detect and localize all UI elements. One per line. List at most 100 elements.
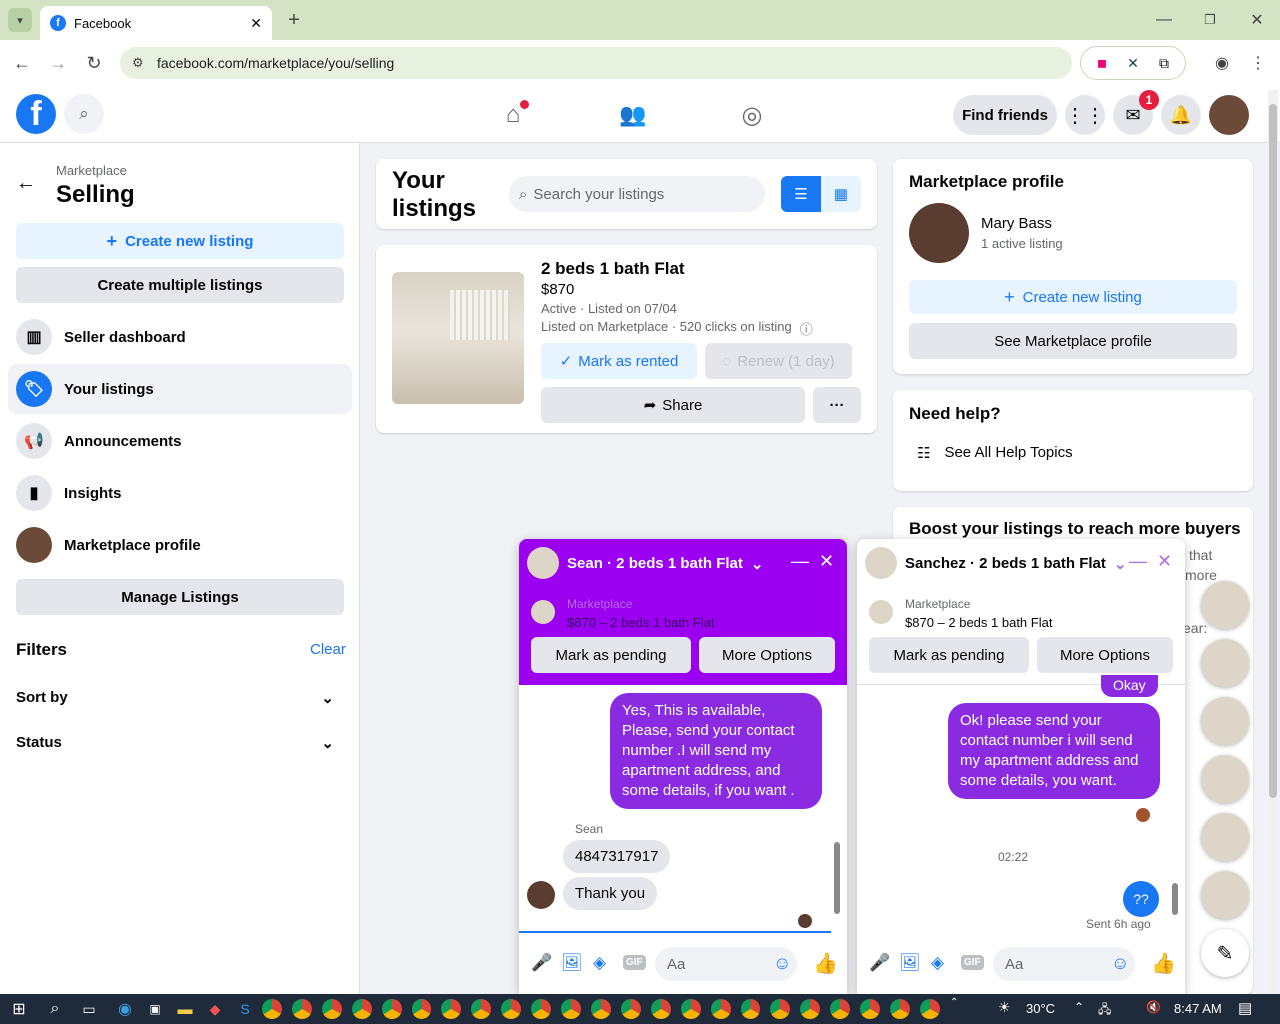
chrome-icon[interactable]	[710, 999, 731, 1019]
chrome-icon[interactable]	[830, 999, 851, 1019]
notifications-bell-icon[interactable]: 🔔	[1161, 95, 1201, 135]
microphone-icon[interactable]: 🎤	[869, 953, 890, 973]
gif-icon[interactable]: GIF	[961, 955, 984, 970]
see-marketplace-profile-button[interactable]: See Marketplace profile	[909, 323, 1237, 359]
scrollbar-thumb[interactable]	[834, 842, 840, 914]
chat-avatar[interactable]	[865, 547, 897, 579]
share-button[interactable]: ➦ Share	[541, 387, 805, 423]
create-new-listing-button[interactable]: + Create new listing	[16, 223, 344, 259]
more-options-button[interactable]: ···	[813, 387, 861, 423]
chrome-icon[interactable]	[351, 999, 372, 1019]
chrome-icon[interactable]	[620, 999, 641, 1019]
search-listings-input[interactable]: ⌕ Search your listings	[509, 176, 765, 212]
skype-icon[interactable]: S	[230, 994, 260, 1024]
extension-icon[interactable]: ◼	[1097, 56, 1107, 70]
close-window-icon[interactable]: ✕	[1245, 8, 1269, 32]
sticker-icon[interactable]: ◈	[593, 953, 606, 973]
microphone-icon[interactable]: 🎤	[531, 953, 552, 973]
sidebar-item-marketplace-profile[interactable]: Marketplace profile	[8, 520, 352, 570]
emoji-icon[interactable]: ☺	[773, 953, 791, 974]
chrome-icon[interactable]	[501, 999, 522, 1019]
close-tab-icon[interactable]: ✕	[250, 15, 262, 32]
info-icon[interactable]: ⓘ	[800, 319, 813, 338]
puzzle-extensions-icon[interactable]: ⧉	[1159, 55, 1169, 72]
listing-thumbnail[interactable]	[869, 600, 893, 624]
minimize-chat-icon[interactable]: —	[1129, 551, 1147, 572]
gif-icon[interactable]: GIF	[623, 955, 646, 970]
chrome-icon[interactable]	[800, 999, 821, 1019]
chrome-icon[interactable]	[680, 999, 701, 1019]
search-icon[interactable]: ⌕	[40, 994, 70, 1024]
chrome-icon[interactable]	[740, 999, 761, 1019]
status-dropdown[interactable]: Status ⌄	[16, 734, 344, 758]
restore-window-icon[interactable]: ❐	[1198, 8, 1222, 32]
listing-thumbnail[interactable]	[531, 600, 555, 624]
tab-list-icon[interactable]: ▾	[8, 8, 32, 32]
more-options-button[interactable]: More Options	[699, 637, 835, 673]
chat-avatar[interactable]	[527, 547, 559, 579]
network-icon[interactable]: 🖧	[1098, 1000, 1111, 1021]
page-scrollbar[interactable]	[1268, 90, 1278, 992]
chat-head-avatar[interactable]	[1201, 755, 1249, 803]
site-info-icon[interactable]: ⚙	[132, 55, 144, 71]
chat-head-avatar[interactable]	[1201, 581, 1249, 629]
clock[interactable]: 8:47 AM	[1174, 1001, 1222, 1016]
listing-photo[interactable]	[392, 272, 524, 404]
task-view-icon[interactable]: ▭	[74, 994, 104, 1024]
chrome-icon[interactable]	[441, 999, 462, 1019]
grid-view-icon[interactable]: ▦	[821, 176, 861, 212]
chrome-icon[interactable]	[590, 999, 611, 1019]
edge-icon[interactable]: ◉	[110, 994, 140, 1024]
create-new-listing-button[interactable]: + Create new listing	[909, 280, 1237, 314]
list-view-icon[interactable]: ☰	[781, 176, 821, 212]
chrome-icon[interactable]	[471, 999, 492, 1019]
chrome-icon[interactable]	[291, 999, 312, 1019]
chat-listing-info[interactable]: $870 – 2 beds 1 bath Flat	[905, 615, 1052, 630]
browser-tab[interactable]: f Facebook ✕	[40, 6, 272, 40]
friends-icon[interactable]: 👥	[618, 100, 648, 130]
back-icon[interactable]: ←	[10, 51, 34, 75]
search-icon[interactable]: ⌕	[64, 94, 104, 134]
emoji-icon[interactable]: ☺	[1111, 953, 1129, 974]
chrome-icon[interactable]	[919, 999, 940, 1019]
manage-listings-button[interactable]: Manage Listings	[16, 579, 344, 615]
sidebar-item-insights[interactable]: ▮ Insights	[8, 468, 352, 518]
sidebar-item-seller-dashboard[interactable]: ▥ Seller dashboard	[8, 312, 352, 362]
photo-icon[interactable]: 🖼	[561, 953, 583, 973]
new-message-icon[interactable]: ✎	[1201, 929, 1249, 977]
chrome-icon[interactable]	[650, 999, 671, 1019]
menu-grid-icon[interactable]: ⋮⋮	[1065, 95, 1105, 135]
terminal-icon[interactable]: ▣	[140, 994, 170, 1024]
profile-avatar[interactable]	[909, 203, 969, 263]
url-field[interactable]: ⚙ facebook.com/marketplace/you/selling	[120, 47, 1072, 79]
sidebar-item-announcements[interactable]: 📢 Announcements	[8, 416, 352, 466]
new-tab-icon[interactable]: +	[282, 8, 306, 32]
mark-as-pending-button[interactable]: Mark as pending	[531, 637, 691, 673]
thumbs-up-icon[interactable]: 👍	[1151, 951, 1176, 976]
extension-icon[interactable]: ✕	[1127, 55, 1139, 72]
file-explorer-icon[interactable]: ▬	[170, 994, 200, 1024]
scrollbar-thumb[interactable]	[1172, 883, 1178, 915]
listing-card[interactable]: 2 beds 1 bath Flat $870 Active · Listed …	[376, 245, 877, 433]
sort-by-dropdown[interactable]: Sort by ⌄	[16, 689, 344, 713]
more-options-button[interactable]: More Options	[1037, 637, 1173, 673]
mark-as-pending-button[interactable]: Mark as pending	[869, 637, 1029, 673]
weather-icon[interactable]: ☀	[998, 999, 1011, 1016]
chrome-icon[interactable]	[262, 999, 282, 1019]
chat-scrollbar[interactable]	[1170, 687, 1180, 927]
scrollbar-thumb[interactable]	[1269, 104, 1277, 798]
chat-listing-info[interactable]: $870 – 2 beds 1 bath Flat	[567, 615, 714, 630]
chrome-icon[interactable]	[770, 999, 791, 1019]
chat-head-avatar[interactable]	[1201, 639, 1249, 687]
chat-title[interactable]: Sanchez · 2 beds 1 bath Flat ⌄	[905, 555, 1126, 573]
chrome-icon[interactable]	[561, 999, 581, 1019]
forward-icon[interactable]: →	[46, 51, 70, 75]
close-chat-icon[interactable]: ✕	[819, 551, 834, 572]
chrome-icon[interactable]	[321, 999, 342, 1019]
thumbs-up-icon[interactable]: 👍	[813, 951, 838, 976]
chrome-icon[interactable]	[860, 999, 881, 1019]
chrome-icon[interactable]	[411, 999, 432, 1019]
facebook-logo-icon[interactable]: f	[16, 94, 56, 134]
volume-icon[interactable]: 🔇	[1146, 1000, 1161, 1014]
groups-icon[interactable]: ◎	[737, 100, 767, 130]
